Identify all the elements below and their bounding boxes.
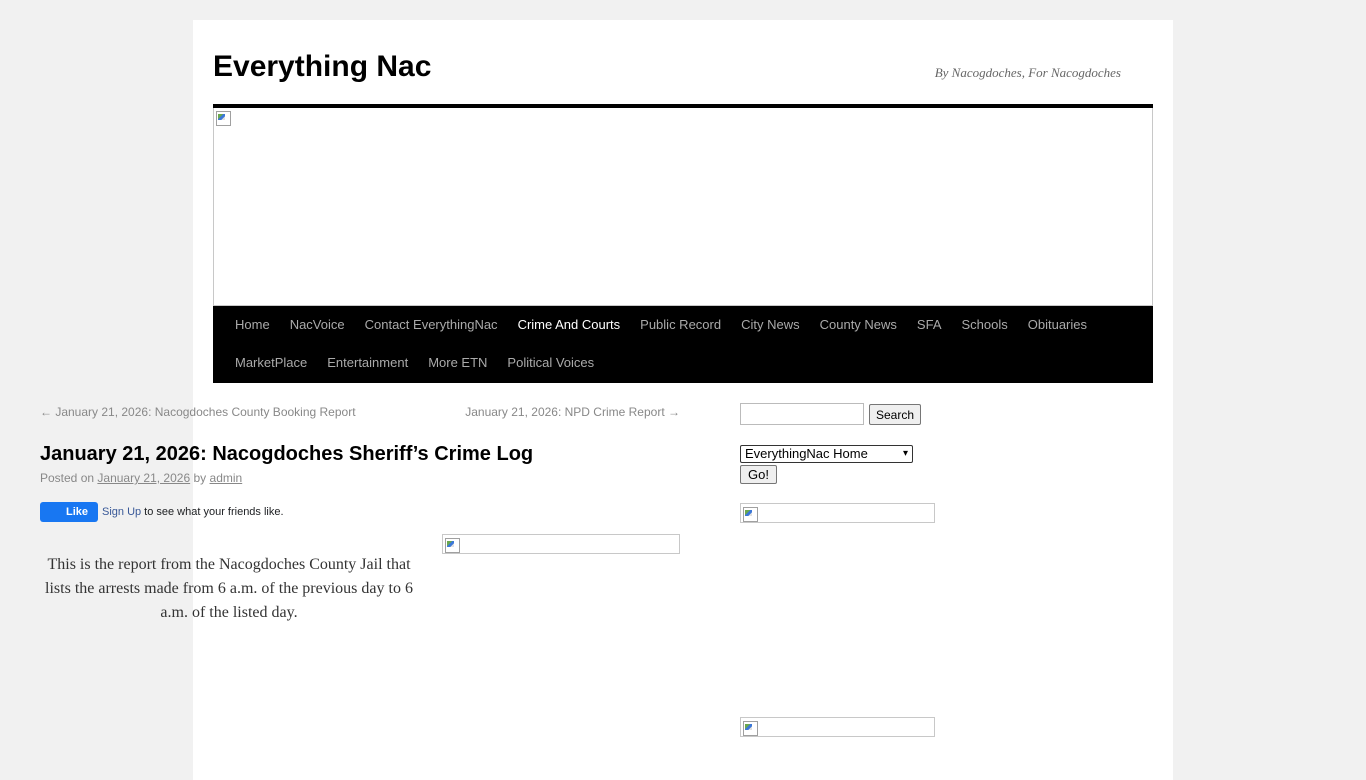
nav-item-city-news[interactable]: City News — [731, 316, 810, 334]
search-button[interactable]: Search — [869, 404, 922, 425]
site-description: By Nacogdoches, For Nacogdoches — [934, 65, 1121, 80]
select-value: EverythingNac Home — [745, 446, 868, 461]
facebook-like-text: to see what your friends like. — [144, 506, 284, 518]
meta-prefix: Posted on — [40, 471, 95, 485]
nav-item-schools[interactable]: Schools — [952, 316, 1018, 334]
nav-item-nacvoice[interactable]: NacVoice — [280, 316, 355, 334]
nav-item-entertainment[interactable]: Entertainment — [317, 354, 418, 372]
nav-item-sfa[interactable]: SFA — [907, 316, 952, 334]
meta-by: by — [193, 471, 207, 485]
page-wrapper: Everything Nac By Nacogdoches, For Nacog… — [193, 20, 1173, 780]
sidebar-ad-image[interactable] — [740, 503, 935, 523]
post-body: This is the report from the Nacogdoches … — [45, 556, 413, 621]
site-title[interactable]: Everything Nac — [213, 49, 431, 85]
facebook-like-button[interactable]: Like — [40, 502, 98, 522]
nav-item-more-etn[interactable]: More ETN — [418, 354, 497, 372]
main-navigation: Home NacVoice Contact EverythingNac Crim… — [213, 306, 1153, 383]
nav-item-contact[interactable]: Contact EverythingNac — [355, 316, 508, 334]
main-content: ← January 21, 2026: Nacogdoches County B… — [40, 403, 680, 621]
next-post-link[interactable]: January 21, 2026: NPD Crime Report → — [465, 405, 680, 419]
nav-item-public-record[interactable]: Public Record — [630, 316, 731, 334]
post-navigation: ← January 21, 2026: Nacogdoches County B… — [40, 403, 680, 423]
broken-image-icon — [444, 537, 460, 553]
header-banner-image — [213, 108, 1153, 306]
chevron-down-icon: ▾ — [902, 448, 908, 459]
article-image — [442, 534, 680, 554]
broken-image-icon — [742, 506, 758, 522]
broken-image-icon — [742, 720, 758, 736]
go-button[interactable]: Go! — [740, 465, 777, 484]
site-select-dropdown[interactable]: EverythingNac Home ▾ — [740, 445, 913, 463]
nav-item-crime-and-courts[interactable]: Crime And Courts — [508, 316, 631, 334]
sidebar-ad-image[interactable] — [740, 717, 935, 737]
post-meta: Posted on January 21, 2026 by admin — [40, 471, 242, 485]
nav-item-marketplace[interactable]: MarketPlace — [225, 354, 317, 372]
nav-item-political-voices[interactable]: Political Voices — [497, 354, 604, 372]
facebook-like-widget: Like Sign Up to see what your friends li… — [40, 502, 284, 522]
post-title: January 21, 2026: Nacogdoches Sheriff’s … — [40, 443, 534, 465]
broken-image-icon — [215, 110, 231, 126]
facebook-signup-link[interactable]: Sign Up — [102, 506, 141, 518]
post-date-link[interactable]: January 21, 2026 — [97, 471, 190, 485]
author-link[interactable]: admin — [210, 471, 243, 485]
nav-row-1: Home NacVoice Contact EverythingNac Crim… — [225, 316, 1097, 334]
search-input[interactable] — [740, 403, 864, 425]
nav-item-home[interactable]: Home — [225, 316, 280, 334]
nav-item-county-news[interactable]: County News — [810, 316, 907, 334]
previous-post-link[interactable]: ← January 21, 2026: Nacogdoches County B… — [40, 405, 356, 419]
nav-row-2: MarketPlace Entertainment More ETN Polit… — [225, 354, 604, 372]
nav-item-obituaries[interactable]: Obituaries — [1018, 316, 1097, 334]
